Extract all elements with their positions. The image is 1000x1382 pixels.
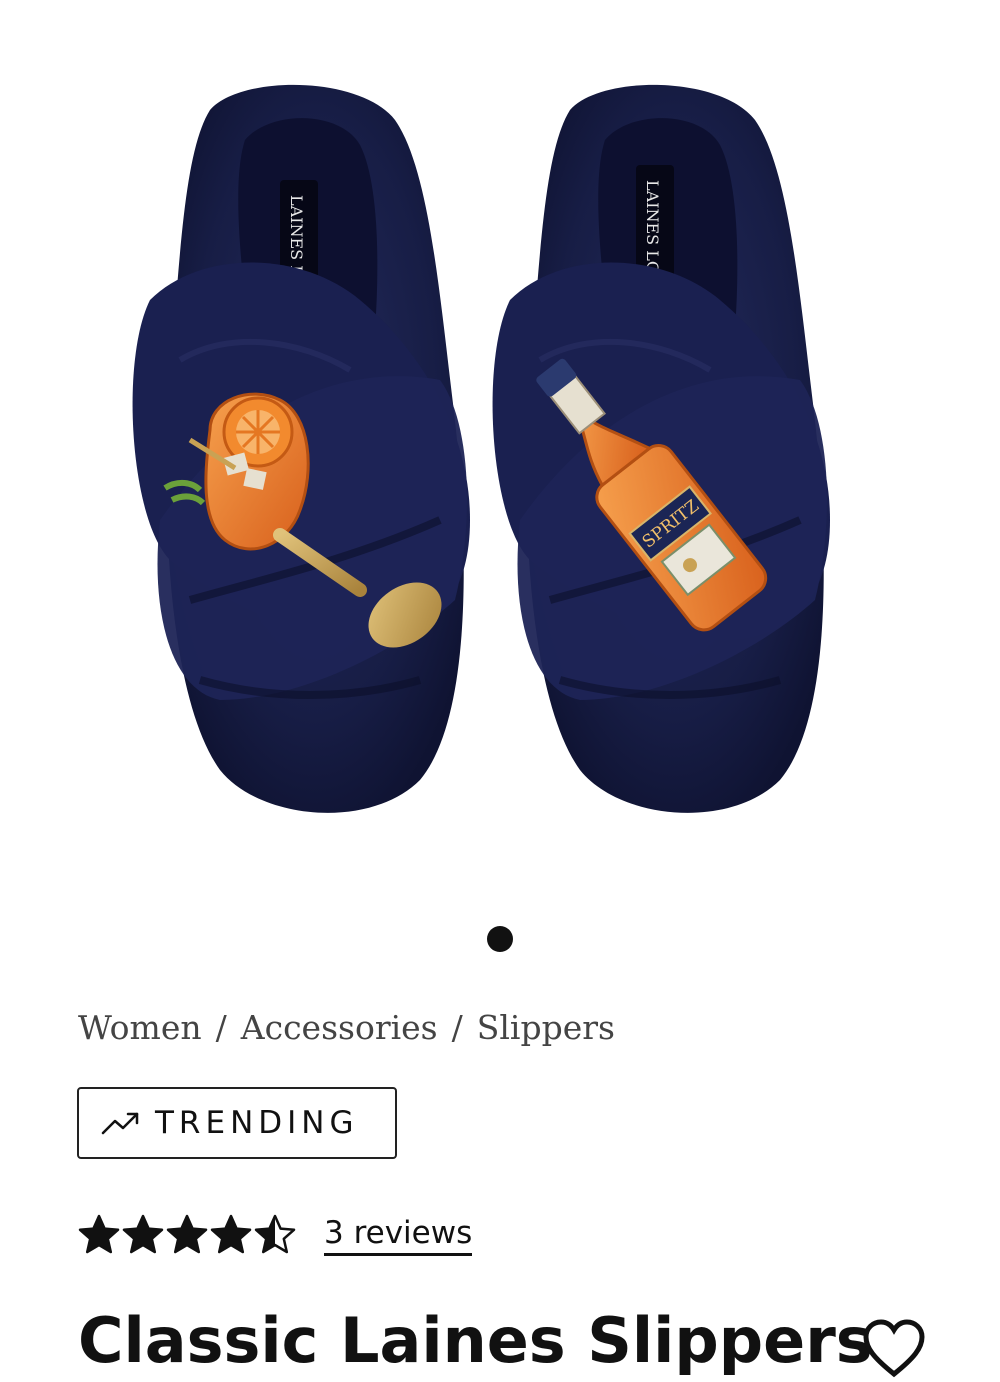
rating-row: 3 reviews: [78, 1214, 473, 1256]
carousel-indicator: [0, 926, 1000, 952]
star-full-icon: [78, 1214, 120, 1254]
right-slipper: LAINES LONDON SPRITZ: [492, 84, 830, 813]
breadcrumb-separator: /: [451, 1008, 463, 1047]
reviews-link[interactable]: 3 reviews: [324, 1215, 473, 1256]
left-slipper: LAINES LONDON: [132, 84, 470, 813]
breadcrumb-accessories[interactable]: Accessories: [241, 1008, 438, 1047]
carousel-dot-1[interactable]: [487, 926, 513, 952]
product-title: Classic Laines Slippers: [78, 1304, 873, 1377]
product-image[interactable]: LAINES LONDON SPRITZ: [0, 0, 1000, 900]
trending-label: TRENDING: [155, 1105, 359, 1141]
breadcrumb: Women / Accessories / Slippers: [78, 1008, 615, 1047]
slippers-photo: LAINES LONDON SPRITZ: [132, 84, 830, 813]
trending-up-icon: [101, 1109, 141, 1137]
breadcrumb-separator: /: [215, 1008, 227, 1047]
breadcrumb-slippers[interactable]: Slippers: [477, 1008, 615, 1047]
star-full-icon: [210, 1214, 252, 1254]
trending-badge: TRENDING: [77, 1087, 397, 1159]
heart-icon[interactable]: [862, 1318, 926, 1378]
star-full-icon: [166, 1214, 208, 1254]
breadcrumb-women[interactable]: Women: [78, 1008, 202, 1047]
star-full-icon: [122, 1214, 164, 1254]
star-rating: [78, 1214, 298, 1256]
star-half-icon: [254, 1214, 296, 1254]
